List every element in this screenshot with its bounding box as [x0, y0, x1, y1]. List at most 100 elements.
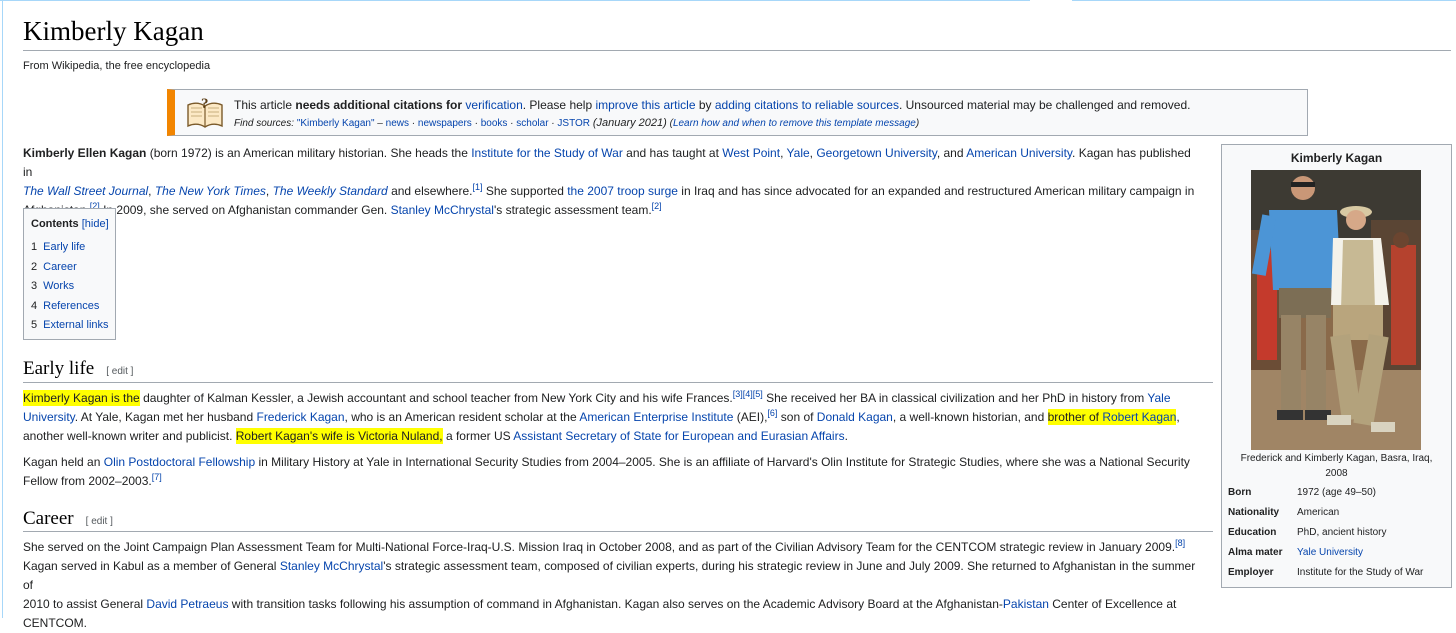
section-heading-career: Career [ edit ]	[23, 508, 113, 530]
early-life-paragraph-1: Kimberly Kagan is the daughter of Kalman…	[23, 389, 1203, 446]
infobox-title: Kimberly Kagan	[1290, 151, 1383, 165]
verification-link[interactable]: verification	[465, 98, 522, 112]
intro-text: (born 1972) is an American military hist…	[146, 146, 472, 160]
edit-section-link[interactable]: [ edit ]	[106, 366, 133, 377]
toc-number: 3	[31, 280, 38, 292]
body-text: with transition tasks following his assu…	[228, 597, 1003, 611]
body-text: ,	[1176, 410, 1180, 424]
toc-list: 1 Early life 2 Career 3 Works 4 References 5…	[31, 238, 109, 336]
toc-number: 5	[31, 319, 38, 331]
frederick-kagan-link[interactable]: Frederick Kagan	[256, 410, 344, 424]
edit-section-link[interactable]: [ edit ]	[86, 516, 113, 527]
intro-paragraph: Kimberly Ellen Kagan (born 1972) is an A…	[23, 144, 1203, 220]
nyt-link[interactable]: The New York Times	[155, 184, 266, 198]
source-newspapers-link[interactable]: newspapers	[418, 118, 472, 129]
toc-item[interactable]: 5 External links	[31, 316, 109, 336]
toc-item[interactable]: 1 Early life	[31, 238, 109, 258]
intro-text: 's strategic assessment team.	[493, 203, 652, 217]
body-text: CENTCOM.	[23, 616, 87, 630]
body-text: Kagan served in Kabul as a member of Gen…	[23, 559, 280, 573]
infobox-label: Nationality	[1228, 507, 1280, 518]
troop-surge-link[interactable]: the 2007 troop surge	[567, 184, 678, 198]
infobox-value: PhD, ancient history	[1297, 527, 1387, 538]
notice-text: This article needs additional citations …	[234, 96, 1190, 133]
body-text: , who is an American resident scholar at…	[344, 410, 580, 424]
highlighted-text: brother of	[1047, 410, 1103, 424]
section-title: Career	[23, 508, 74, 529]
body-text: She served on the Joint Campaign Plan As…	[23, 540, 1176, 554]
toc-item[interactable]: 4 References	[31, 297, 109, 317]
body-text: 2010 to assist General	[23, 597, 147, 611]
donald-kagan-link[interactable]: Donald Kagan	[817, 410, 893, 424]
mcchrystal-link[interactable]: Stanley McChrystal	[280, 559, 383, 573]
table-of-contents: Contents [hide] 1 Early life 2 Career 3 Wor…	[23, 208, 116, 340]
toc-hide-link[interactable]: [hide]	[82, 218, 109, 230]
citation-ref[interactable]: [8]	[1175, 538, 1185, 548]
body-text: (AEI),	[733, 410, 768, 424]
body-text: another well-known writer and publicist.	[23, 429, 236, 443]
intro-text: , and	[936, 146, 967, 160]
isw-link[interactable]: Institute for the Study of War	[471, 146, 623, 160]
yale-link[interactable]: Yale	[787, 146, 810, 160]
body-text: daughter of Kalman Kessler, a Jewish acc…	[139, 391, 733, 405]
subject-name: Kimberly Ellen Kagan	[23, 146, 147, 160]
learn-remove-template-link[interactable]: Learn how and when to remove this templa…	[673, 118, 916, 129]
top-border	[0, 0, 1456, 1]
citation-ref[interactable]: [3][4][5]	[733, 389, 763, 399]
pakistan-link[interactable]: Pakistan	[1003, 597, 1049, 611]
section-divider	[23, 531, 1213, 532]
citation-ref[interactable]: [6]	[767, 408, 777, 418]
photo-caption: Frederick and Kimberly Kagan, Basra, Ira…	[1240, 453, 1433, 479]
west-point-link[interactable]: West Point	[722, 146, 780, 160]
petraeus-link[interactable]: David Petraeus	[146, 597, 228, 611]
adding-citations-link[interactable]: adding citations to reliable sources	[715, 98, 899, 112]
yale-university-link[interactable]: Yale	[1147, 391, 1170, 405]
tagline: From Wikipedia, the free encyclopedia	[23, 60, 211, 72]
weekly-standard-link[interactable]: The Weekly Standard	[273, 184, 388, 198]
book-question-icon: ?	[187, 96, 223, 128]
yale-university-link[interactable]: University	[23, 410, 75, 424]
improve-article-link[interactable]: improve this article	[595, 98, 695, 112]
robert-kagan-link[interactable]: Robert Kagan	[1102, 410, 1176, 424]
toc-link-works[interactable]: Works	[43, 280, 74, 292]
source-books-link[interactable]: books	[481, 118, 508, 129]
source-separator: ·	[471, 118, 481, 129]
citation-ref[interactable]: [7]	[152, 472, 162, 482]
assistant-secretary-link[interactable]: Assistant Secretary of State for Europea…	[513, 429, 844, 443]
citation-ref[interactable]: [1]	[472, 182, 482, 192]
mcchrystal-link[interactable]: Stanley McChrystal	[391, 203, 494, 217]
toc-number: 1	[31, 241, 38, 253]
yale-university-link[interactable]: Yale University	[1297, 547, 1363, 558]
body-text: a former US	[442, 429, 514, 443]
citation-notice: ? This article needs additional citation…	[167, 89, 1308, 136]
aei-link[interactable]: American Enterprise Institute	[579, 410, 733, 424]
infobox-label: Education	[1228, 527, 1277, 538]
left-border	[2, 0, 3, 618]
toc-item[interactable]: 3 Works	[31, 277, 109, 297]
portrait-photo[interactable]	[1251, 170, 1421, 450]
citation-ref[interactable]: [2]	[652, 201, 662, 211]
body-text: , a well-known historian, and	[892, 410, 1048, 424]
toc-link-external-links[interactable]: External links	[43, 319, 108, 331]
body-text: .	[844, 429, 848, 443]
wsj-link[interactable]: The Wall Street Journal	[23, 184, 148, 198]
source-news-link[interactable]: news	[386, 118, 409, 129]
source-jstor-link[interactable]: JSTOR	[557, 118, 590, 129]
toc-item[interactable]: 2 Career	[31, 258, 109, 278]
olin-fellowship-link[interactable]: Olin Postdoctoral Fellowship	[104, 455, 255, 469]
intro-text: ,	[148, 184, 155, 198]
body-text: in Military History at Yale in Internati…	[255, 455, 1190, 469]
find-query-link[interactable]: "Kimberly Kagan"	[297, 118, 375, 129]
georgetown-link[interactable]: Georgetown University	[816, 146, 937, 160]
infobox-label: Alma mater	[1228, 547, 1283, 558]
toc-link-references[interactable]: References	[43, 300, 99, 312]
source-scholar-link[interactable]: scholar	[516, 118, 548, 129]
infobox-label: Born	[1228, 487, 1252, 498]
learn-paren-close: )	[915, 118, 920, 129]
toc-link-career[interactable]: Career	[43, 261, 77, 273]
intro-text: In 2009, she served on Afghanistan comma…	[99, 203, 391, 217]
find-dash: –	[374, 118, 386, 129]
toc-link-early-life[interactable]: Early life	[43, 241, 85, 253]
american-university-link[interactable]: American University	[966, 146, 1072, 160]
infobox-label: Employer	[1228, 567, 1274, 578]
